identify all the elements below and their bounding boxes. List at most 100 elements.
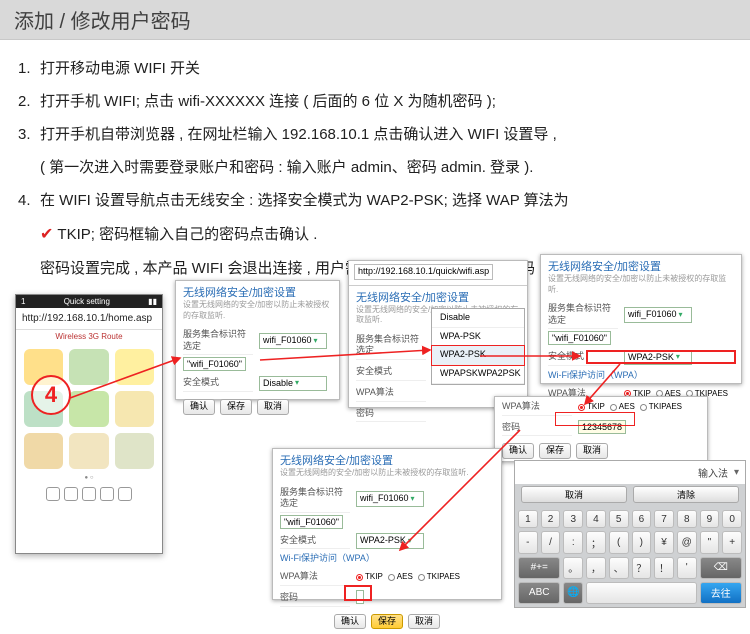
section-sub: 设置无线网络的安全/加密以防止未被授权的存取监听. bbox=[176, 300, 339, 325]
menu-tile[interactable] bbox=[69, 433, 108, 469]
key[interactable]: ' bbox=[677, 557, 697, 579]
section-sub: 设置无线网络的安全/加密以防止未被授权的存取监听. bbox=[541, 274, 741, 299]
label-ssid: 服务集合标识符选定 bbox=[356, 332, 426, 360]
ime-suggestion: 输入法 bbox=[521, 465, 728, 480]
url-box[interactable]: http://192.168.10.1/quick/wifi.asp bbox=[354, 264, 493, 280]
key[interactable]: 0 bbox=[722, 510, 742, 528]
chevron-down-icon: ▾ bbox=[314, 336, 318, 346]
section-title: 无线网络安全/加密设置 bbox=[273, 449, 501, 468]
menu-tile[interactable] bbox=[115, 391, 154, 427]
key[interactable]: ( bbox=[609, 531, 629, 553]
apply-button[interactable]: 确认 bbox=[334, 614, 366, 630]
cancel-button[interactable]: 取消 bbox=[576, 443, 608, 459]
dropdown-option[interactable]: WPA-PSK bbox=[432, 328, 524, 347]
save-button[interactable]: 保存 bbox=[371, 614, 403, 630]
ssid-input[interactable]: "wifi_F01060" bbox=[183, 357, 246, 371]
key[interactable]: 2 bbox=[541, 510, 561, 528]
ssid-input[interactable]: "wifi_F01060" bbox=[548, 331, 611, 345]
menu-tile[interactable] bbox=[69, 349, 108, 385]
key[interactable]: 9 bbox=[700, 510, 720, 528]
save-button[interactable]: 保存 bbox=[539, 443, 571, 459]
key[interactable]: 、 bbox=[609, 557, 629, 579]
mode-select[interactable]: WPA2-PSK▾ bbox=[356, 533, 424, 549]
dropdown-option[interactable]: WPAPSKWPA2PSK bbox=[432, 365, 524, 384]
label-pw: 密码 bbox=[356, 406, 426, 423]
menu-tile[interactable] bbox=[115, 349, 154, 385]
key[interactable]: 6 bbox=[632, 510, 652, 528]
dropdown-option-selected[interactable]: WPA2-PSK bbox=[432, 346, 524, 365]
radio-aes[interactable]: AES bbox=[610, 402, 635, 412]
key-space[interactable] bbox=[586, 582, 697, 604]
menu-tile[interactable] bbox=[69, 391, 108, 427]
cancel-button[interactable]: 取消 bbox=[257, 399, 289, 415]
nav-btn[interactable] bbox=[64, 487, 78, 501]
dropdown-option[interactable]: Disable bbox=[432, 309, 524, 328]
page-title: 添加 / 修改用户密码 bbox=[0, 0, 750, 40]
label-ssid: 服务集合标识符选定 bbox=[183, 327, 253, 355]
keyboard: 输入法 ▾ 取消 清除 1234567890 -/:；()¥@"+ #+=。，、… bbox=[514, 460, 746, 608]
key[interactable]: / bbox=[541, 531, 561, 553]
ssid-select[interactable]: wifi_F01060▾ bbox=[356, 491, 424, 507]
key[interactable]: ！ bbox=[654, 557, 674, 579]
key[interactable]: @ bbox=[677, 531, 697, 553]
apply-button[interactable]: 确认 bbox=[502, 443, 534, 459]
menu-tile[interactable] bbox=[115, 433, 154, 469]
section-sub: 设置无线网络的安全/加密以防止未被授权的存取监听. bbox=[273, 468, 501, 482]
phone-url[interactable]: http://192.168.10.1/home.asp bbox=[16, 308, 162, 330]
nav-btn[interactable] bbox=[100, 487, 114, 501]
cancel-button[interactable]: 取消 bbox=[408, 614, 440, 630]
key[interactable]: ¥ bbox=[654, 531, 674, 553]
key-backspace[interactable]: ⌫ bbox=[700, 557, 742, 579]
label-ssid: 服务集合标识符选定 bbox=[280, 485, 350, 513]
kb-clear-button[interactable]: 清除 bbox=[633, 486, 739, 503]
apply-button[interactable]: 确认 bbox=[183, 399, 215, 415]
nav-btn[interactable] bbox=[46, 487, 60, 501]
ssid-input[interactable]: "wifi_F01060" bbox=[280, 515, 343, 529]
key-enter[interactable]: 去往 bbox=[700, 582, 742, 604]
key[interactable]: 3 bbox=[563, 510, 583, 528]
mode-select[interactable]: Disable▾ bbox=[259, 376, 327, 392]
keyboard-close-icon[interactable]: ▾ bbox=[734, 467, 739, 478]
key[interactable]: ？ bbox=[632, 557, 652, 579]
key[interactable]: 5 bbox=[609, 510, 629, 528]
label-mode: 安全模式 bbox=[356, 364, 426, 381]
key[interactable]: + bbox=[722, 531, 742, 553]
key[interactable]: ) bbox=[632, 531, 652, 553]
key[interactable]: 。 bbox=[563, 557, 583, 579]
save-button[interactable]: 保存 bbox=[220, 399, 252, 415]
radio-tkip[interactable]: TKIP bbox=[356, 572, 383, 582]
radio-mix[interactable]: TKIPAES bbox=[418, 572, 460, 582]
mode-dropdown[interactable]: Disable WPA-PSK WPA2-PSK WPAPSKWPA2PSK bbox=[431, 308, 525, 385]
ssid-select[interactable]: wifi_F01060▾ bbox=[259, 333, 327, 349]
nav-btn[interactable] bbox=[82, 487, 96, 501]
radio-tkip[interactable]: TKIP bbox=[578, 402, 605, 412]
radio-mix[interactable]: TKIPAES bbox=[640, 402, 682, 412]
key-abc[interactable]: ABC bbox=[518, 582, 560, 604]
key[interactable]: 1 bbox=[518, 510, 538, 528]
signal-icon: ▮▮ bbox=[148, 297, 157, 306]
key[interactable]: 7 bbox=[654, 510, 674, 528]
key[interactable]: 4 bbox=[586, 510, 606, 528]
key-globe-icon[interactable]: 🌐 bbox=[563, 582, 583, 604]
key-sym[interactable]: #+= bbox=[518, 557, 560, 579]
nav-btn[interactable] bbox=[118, 487, 132, 501]
key[interactable]: ； bbox=[586, 531, 606, 553]
phone-page-title: Wireless 3G Route bbox=[16, 330, 162, 343]
step-num: 1. bbox=[18, 52, 40, 85]
highlight-pw bbox=[555, 412, 635, 426]
step-text: 打开手机 WIFI; 点击 wifi-XXXXXX 连接 ( 后面的 6 位 X… bbox=[40, 85, 496, 118]
ssid-select[interactable]: wifi_F01060▾ bbox=[624, 307, 692, 323]
step-num: 2. bbox=[18, 85, 40, 118]
key[interactable]: ， bbox=[586, 557, 606, 579]
kb-cancel-button[interactable]: 取消 bbox=[521, 486, 627, 503]
menu-tile[interactable] bbox=[24, 433, 63, 469]
key[interactable]: " bbox=[700, 531, 720, 553]
radio-aes[interactable]: AES bbox=[388, 572, 413, 582]
key[interactable]: : bbox=[563, 531, 583, 553]
keyboard-keys: 1234567890 -/:；()¥@"+ #+=。，、？！'⌫ ABC🌐 去往 bbox=[515, 507, 745, 607]
label-pw: 密码 bbox=[280, 590, 350, 607]
callout-number: 4 bbox=[31, 375, 71, 415]
key[interactable]: 8 bbox=[677, 510, 697, 528]
key[interactable]: - bbox=[518, 531, 538, 553]
step-text: TKIP; 密码框输入自己的密码点击确认 . bbox=[57, 226, 317, 243]
